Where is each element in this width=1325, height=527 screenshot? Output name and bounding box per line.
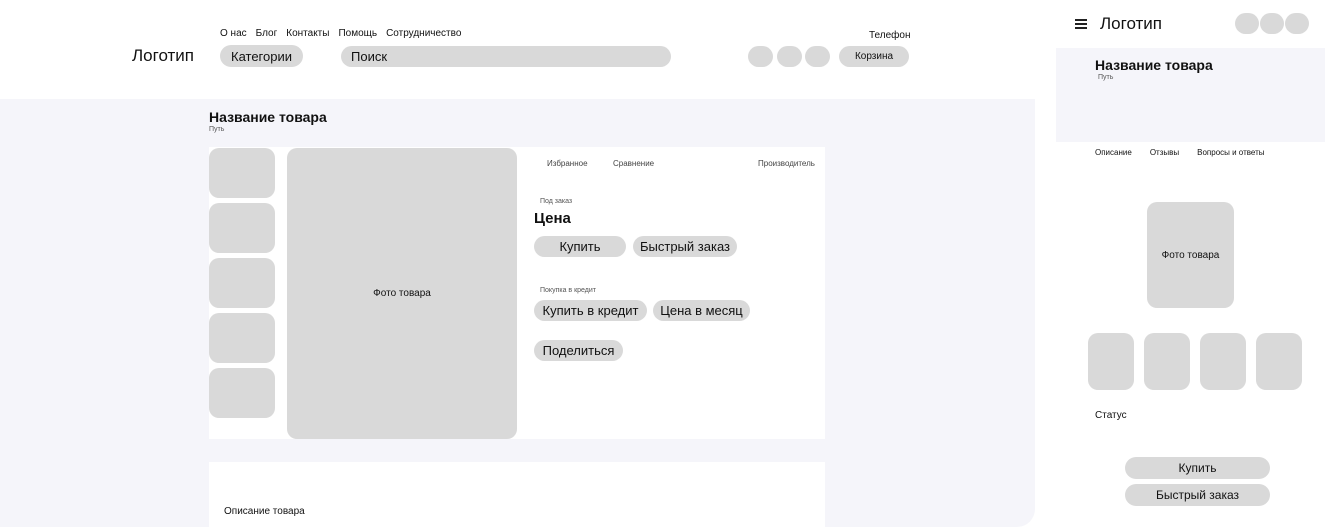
product-thumbnail[interactable]: [209, 313, 275, 363]
product-thumbnail[interactable]: [209, 203, 275, 253]
mobile-product-thumbnail[interactable]: [1144, 333, 1190, 390]
buy-button[interactable]: Купить: [534, 236, 626, 257]
mobile-product-thumbnail[interactable]: [1256, 333, 1302, 390]
availability-status: Под заказ: [540, 198, 573, 205]
monthly-price-button[interactable]: Цена в месяц: [653, 300, 750, 321]
product-thumbnail[interactable]: [209, 368, 275, 418]
header-icon-button[interactable]: [748, 46, 773, 67]
compare-link[interactable]: Сравнение: [613, 159, 654, 168]
header-logo[interactable]: Логотип: [132, 46, 194, 66]
nav-help[interactable]: Помощь: [338, 28, 377, 39]
description-heading: Описание товара: [224, 506, 305, 517]
page-title: Название товара: [209, 109, 327, 125]
header-icon-button[interactable]: [777, 46, 802, 67]
mobile-header-icon-button[interactable]: [1235, 13, 1259, 34]
buy-credit-button[interactable]: Купить в кредит: [534, 300, 647, 321]
mobile-product-photo[interactable]: Фото товара: [1147, 202, 1234, 308]
breadcrumb[interactable]: Путь: [209, 126, 224, 133]
product-photo[interactable]: Фото товара: [287, 148, 517, 439]
mobile-product-thumbnail[interactable]: [1088, 333, 1134, 390]
top-nav: О нас Блог Контакты Помощь Сотрудничеств…: [220, 28, 470, 39]
mobile-buy-button[interactable]: Купить: [1125, 457, 1270, 479]
product-thumbnail[interactable]: [209, 148, 275, 198]
nav-blog[interactable]: Блог: [256, 28, 278, 39]
nav-contacts[interactable]: Контакты: [286, 28, 329, 39]
tab-reviews[interactable]: Отзывы: [1150, 148, 1179, 157]
mobile-header-icon-button[interactable]: [1285, 13, 1309, 34]
nav-about[interactable]: О нас: [220, 28, 247, 39]
mobile-product-thumbnail[interactable]: [1200, 333, 1246, 390]
nav-partnership[interactable]: Сотрудничество: [386, 28, 461, 39]
header-icon-button[interactable]: [805, 46, 830, 67]
description-panel: [209, 462, 825, 527]
quick-order-button[interactable]: Быстрый заказ: [633, 236, 737, 257]
header-phone[interactable]: Телефон: [869, 30, 910, 41]
mobile-tabs: Описание Отзывы Вопросы и ответы: [1095, 148, 1265, 157]
mobile-breadcrumb[interactable]: Путь: [1098, 74, 1113, 81]
mobile-header-icon-button[interactable]: [1260, 13, 1284, 34]
mobile-logo[interactable]: Логотип: [1100, 14, 1162, 34]
tab-description[interactable]: Описание: [1095, 148, 1132, 157]
hamburger-menu-icon[interactable]: [1075, 19, 1087, 31]
product-photo-label: Фото товара: [373, 288, 431, 299]
search-input[interactable]: Поиск: [341, 46, 671, 67]
mobile-quick-order-button[interactable]: Быстрый заказ: [1125, 484, 1270, 506]
favorites-link[interactable]: Избранное: [547, 159, 588, 168]
product-thumbnail[interactable]: [209, 258, 275, 308]
share-button[interactable]: Поделиться: [534, 340, 623, 361]
mobile-status: Статус: [1095, 410, 1127, 421]
credit-caption: Покупка в кредит: [540, 287, 596, 294]
tab-questions[interactable]: Вопросы и ответы: [1197, 148, 1264, 157]
manufacturer-link[interactable]: Производитель: [758, 159, 815, 168]
mobile-product-photo-label: Фото товара: [1161, 249, 1220, 261]
mobile-page-title: Название товара: [1095, 57, 1213, 73]
categories-button[interactable]: Категории: [220, 45, 303, 67]
product-price: Цена: [534, 210, 571, 227]
cart-button[interactable]: Корзина: [839, 46, 909, 67]
